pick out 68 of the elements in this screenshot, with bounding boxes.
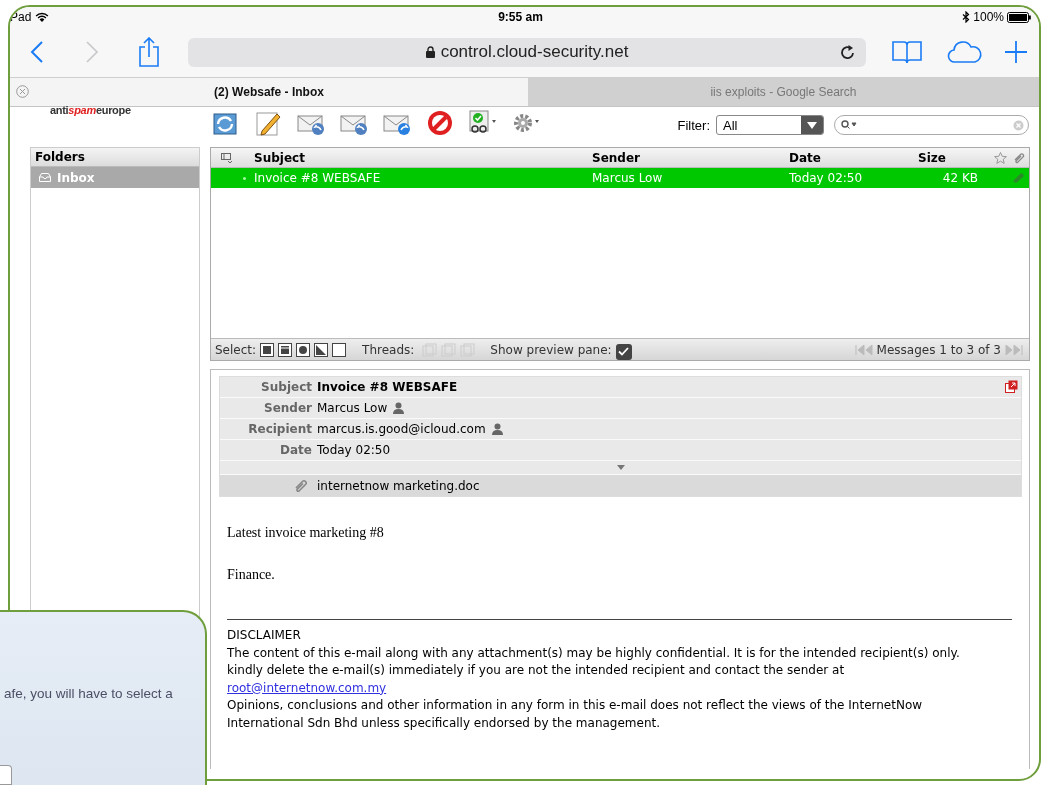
message-text: Latest invoice marketing #8 bbox=[227, 525, 385, 541]
wifi-icon bbox=[35, 11, 50, 23]
bookmarks-icon[interactable] bbox=[892, 40, 922, 64]
paperclip-icon bbox=[294, 479, 308, 492]
paperclip-icon bbox=[1011, 172, 1025, 184]
field-label: Sender bbox=[263, 401, 312, 415]
select-none-icon[interactable] bbox=[332, 342, 347, 357]
email-link[interactable]: root@internetnow.com.my bbox=[227, 680, 387, 695]
filter-label: Filter: bbox=[677, 117, 710, 133]
battery-percent: 100% bbox=[973, 10, 1004, 24]
lock-icon bbox=[425, 46, 435, 58]
filter-dropdown[interactable]: All bbox=[716, 115, 824, 135]
inbox-tray-icon bbox=[39, 173, 51, 182]
message-count: Messages 1 to 3 of 3 bbox=[876, 342, 1001, 357]
threads-label: Threads: bbox=[362, 342, 415, 357]
reload-icon[interactable] bbox=[840, 43, 856, 61]
address-bar[interactable]: control.cloud-security.net bbox=[188, 37, 866, 67]
column-header[interactable]: Date bbox=[789, 150, 918, 165]
clock-time: 9:55 am bbox=[498, 10, 543, 24]
field-label: Recipient bbox=[247, 422, 312, 436]
bluetooth-icon bbox=[962, 11, 971, 23]
message-text: Finance. bbox=[227, 567, 276, 583]
select-label: Select: bbox=[215, 342, 257, 357]
dialog-text: afe, you will have to select a bbox=[4, 686, 173, 701]
field-value: marcus.is.good@icloud.com bbox=[317, 422, 486, 436]
message-size: 42 KB bbox=[941, 171, 978, 185]
expand-caret-icon[interactable] bbox=[616, 465, 625, 470]
person-icon[interactable] bbox=[393, 402, 405, 414]
popout-icon[interactable] bbox=[1005, 380, 1018, 393]
browser-tab[interactable]: (2) Websafe - Inbox bbox=[10, 78, 528, 106]
threads-icons bbox=[422, 342, 477, 357]
text-field[interactable] bbox=[0, 765, 12, 785]
folders-heading: Folders bbox=[35, 150, 85, 164]
column-header[interactable]: Size bbox=[918, 150, 978, 165]
battery-icon bbox=[1007, 11, 1031, 23]
share-icon[interactable] bbox=[138, 37, 160, 67]
person-icon[interactable] bbox=[491, 423, 503, 435]
dropdown-arrow-icon bbox=[807, 121, 817, 129]
close-tab-icon[interactable] bbox=[16, 85, 29, 98]
cloud-icon[interactable] bbox=[947, 40, 983, 64]
disclaimer-title: DISCLAIMER bbox=[227, 627, 302, 644]
select-unread-icon[interactable] bbox=[296, 342, 311, 357]
field-value: Invoice #8 WEBSAFE bbox=[317, 380, 458, 394]
field-value: Marcus Low bbox=[317, 401, 388, 415]
field-label: Subject bbox=[260, 380, 312, 394]
disclaimer-note: Opinions, conclusions and other information in any form in this e-mail does not reflect the views of the InternetNow International Sdn Bhd unless specifically endorsed by the management. bbox=[227, 697, 924, 732]
paperclip-icon bbox=[1013, 151, 1025, 164]
column-header[interactable]: Sender bbox=[592, 150, 789, 165]
logo: antispameurope bbox=[49, 105, 132, 116]
preview-pane-label: Show preview pane: bbox=[490, 342, 612, 357]
back-icon[interactable] bbox=[30, 40, 44, 64]
blocked-icon[interactable] bbox=[425, 109, 455, 137]
message-sender: Marcus Low bbox=[592, 171, 664, 185]
select-all-icon[interactable] bbox=[260, 342, 275, 357]
field-label: Date bbox=[279, 443, 312, 457]
star-icon[interactable] bbox=[994, 151, 1007, 164]
select-page-icon[interactable] bbox=[278, 342, 293, 357]
message-subject: Invoice #8 WEBSAFE bbox=[254, 171, 382, 185]
preview-pane-checkbox[interactable] bbox=[615, 343, 632, 360]
columns-icon[interactable] bbox=[221, 152, 233, 163]
pencil-icon[interactable] bbox=[253, 109, 283, 137]
column-header[interactable]: Subject bbox=[254, 150, 592, 165]
disclaimer-text: The content of this e-mail along with any attachment(s) may be highly confidential. It is for the intended recipient(s) only. kindly delete the e-mail(s) immediately if you are not the intended recipient and contact the sender at root@internetnow.com.my bbox=[227, 644, 961, 697]
message-date: Today 02:50 bbox=[789, 171, 864, 185]
field-value: Today 02:50 bbox=[317, 443, 391, 457]
new-tab-icon[interactable] bbox=[1005, 41, 1027, 63]
search-icon bbox=[841, 120, 857, 130]
invert-selection-icon[interactable] bbox=[314, 342, 329, 357]
